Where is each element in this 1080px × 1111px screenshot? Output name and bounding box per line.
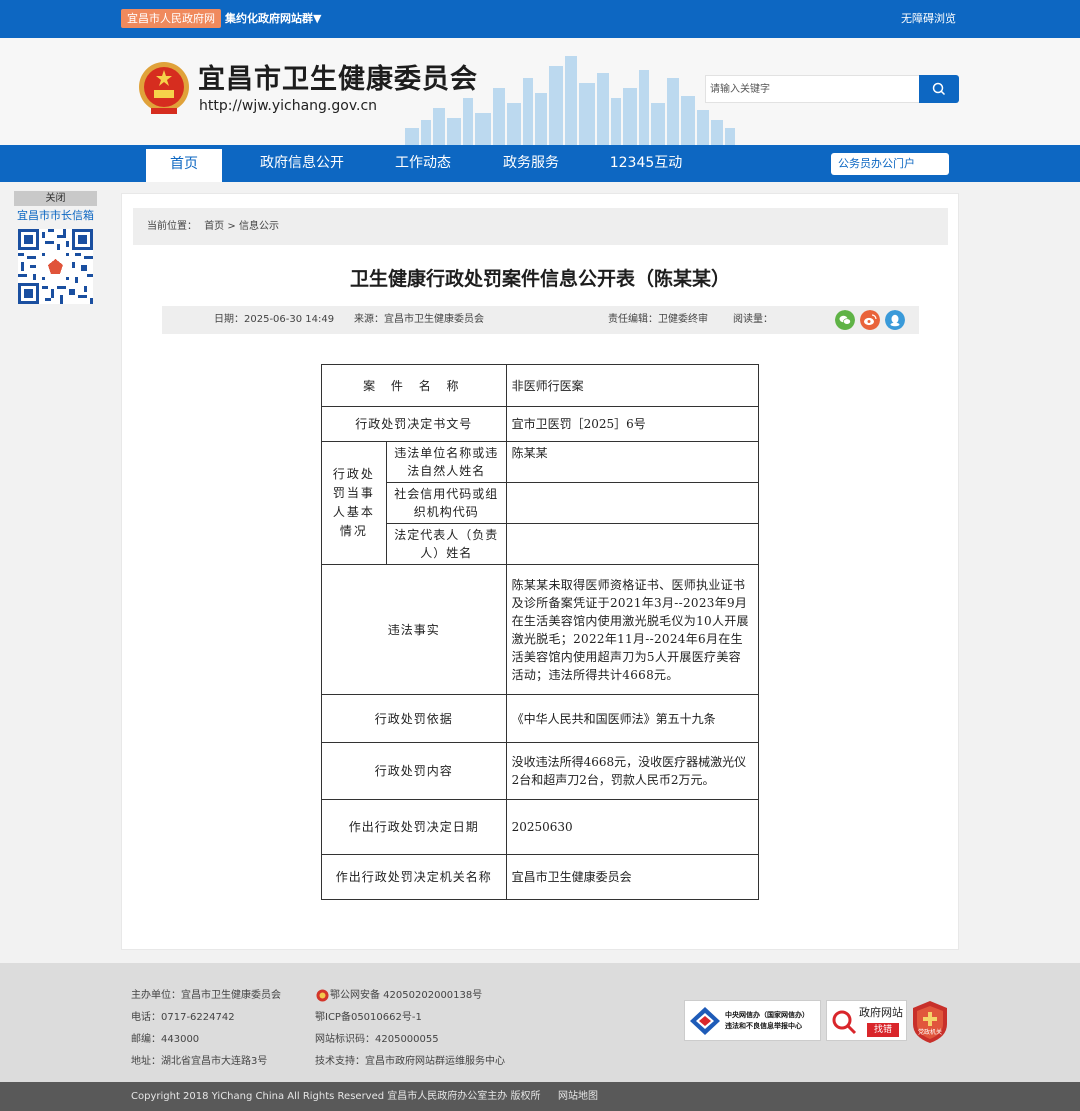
nav-12345[interactable]: 12345互动 bbox=[600, 145, 692, 182]
report-center-badge[interactable]: 中央网信办（国家网信办） 违法和不良信息举报中心 bbox=[684, 1000, 821, 1041]
table-row: 行政处罚决定书文号 宜市卫医罚［2025］6号 bbox=[321, 406, 760, 442]
search-button[interactable] bbox=[919, 75, 959, 103]
party-gov-shield-icon bbox=[913, 1001, 947, 1043]
gov-site-error-line2: 找错 bbox=[867, 1023, 899, 1037]
breadcrumb: 当前位置： 首页 > 信息公示 bbox=[133, 208, 948, 245]
legal-rep-value bbox=[505, 523, 760, 565]
breadcrumb-home[interactable]: 首页 bbox=[204, 221, 224, 232]
table-row: 案 件 名 称 非医师行医案 bbox=[321, 364, 760, 407]
footer-address: 地址：湖北省宜昌市大连路3号 bbox=[131, 1056, 268, 1067]
staff-portal-button[interactable]: 公务员办公门户 bbox=[831, 153, 949, 175]
article-editor: 责任编辑：卫健委终审 bbox=[608, 314, 708, 325]
breadcrumb-prefix: 当前位置： bbox=[147, 221, 197, 232]
main-nav: 首页 政府信息公开 工作动态 政务服务 12345互动 公务员办公门户 bbox=[0, 145, 1080, 182]
credit-code-value bbox=[505, 482, 760, 524]
footer-postcode: 邮编：443000 bbox=[131, 1034, 200, 1045]
qq-share-icon[interactable] bbox=[885, 310, 905, 330]
basis-label: 行政处罚依据 bbox=[321, 694, 507, 743]
party-name-value: 陈某某 bbox=[505, 441, 760, 483]
doc-no-label: 行政处罚决定书文号 bbox=[321, 406, 507, 442]
copyright-bar: Copyright 2018 YiChang China All Rights … bbox=[0, 1082, 1080, 1111]
facts-label: 违法事实 bbox=[321, 564, 507, 695]
mayor-mailbox-float: 关闭 宜昌市市长信箱 bbox=[14, 191, 97, 307]
float-close-button[interactable]: 关闭 bbox=[14, 191, 97, 206]
report-center-logo-icon bbox=[690, 1007, 720, 1035]
gov-portal-link[interactable]: 宜昌市人民政府网 bbox=[121, 9, 221, 28]
decision-date-label: 作出行政处罚决定日期 bbox=[321, 799, 507, 855]
gov-site-error-line1: 政府网站 bbox=[859, 1006, 903, 1019]
search-box bbox=[705, 75, 919, 103]
top-bar: 宜昌市人民政府网 集约化政府网站群▼ 无障碍浏览 bbox=[0, 0, 1080, 38]
table-row: 作出行政处罚决定日期 20250630 bbox=[321, 799, 760, 855]
table-row: 违法事实 陈某某未取得医师资格证书、医师执业证书及诊所备案凭证于2021年3月-… bbox=[321, 564, 760, 695]
weibo-share-icon[interactable] bbox=[860, 310, 880, 330]
qr-code-image[interactable] bbox=[18, 229, 93, 304]
facts-value: 陈某某未取得医师资格证书、医师执业证书及诊所备案凭证于2021年3月--2023… bbox=[505, 564, 760, 695]
site-header: 宜昌市卫生健康委员会 http://wjw.yichang.gov.cn bbox=[0, 38, 1080, 145]
case-name-label: 案 件 名 称 bbox=[321, 364, 507, 407]
decision-org-value: 宜昌市卫生健康委员会 bbox=[505, 854, 760, 900]
footer-police-record[interactable]: 鄂公网安备 42050202000138号 bbox=[330, 989, 482, 1003]
article-source: 来源：宜昌市卫生健康委员会 bbox=[354, 314, 484, 325]
content-value: 没收违法所得4668元，没收医疗器械激光仪2台和超声刀2台，罚款人民币2万元。 bbox=[505, 742, 760, 800]
report-center-line1: 中央网信办（国家网信办） bbox=[725, 1011, 809, 1019]
article-meta-bar: 日期：2025-06-30 14:49 来源：宜昌市卫生健康委员会 责任编辑：卫… bbox=[162, 306, 919, 334]
search-input[interactable] bbox=[706, 76, 919, 102]
police-badge-icon bbox=[316, 989, 329, 1002]
table-row: 行政处罚依据 《中华人民共和国医师法》第五十九条 bbox=[321, 694, 760, 743]
footer-host: 主办单位：宜昌市卫生健康委员会 bbox=[131, 990, 281, 1001]
footer-support: 技术支持：宜昌市政府网站群运维服务中心 bbox=[315, 1056, 505, 1067]
mayor-mailbox-link[interactable]: 宜昌市市长信箱 bbox=[14, 209, 97, 223]
search-icon bbox=[932, 82, 946, 96]
wechat-share-icon[interactable] bbox=[835, 310, 855, 330]
site-group-dropdown[interactable]: 集约化政府网站群▼ bbox=[225, 11, 321, 27]
sitemap-link[interactable]: 网站地图 bbox=[558, 1082, 598, 1111]
copyright-text: Copyright 2018 YiChang China All Rights … bbox=[131, 1091, 541, 1102]
doc-no-value: 宜市卫医罚［2025］6号 bbox=[505, 406, 760, 442]
case-name-value: 非医师行医案 bbox=[505, 364, 760, 407]
table-row: 行政处罚当事人基本情况 违法单位名称或违法自然人姓名 陈某某 bbox=[321, 441, 760, 565]
gov-site-error-badge[interactable]: 政府网站 找错 bbox=[826, 1000, 907, 1041]
basis-value: 《中华人民共和国医师法》第五十九条 bbox=[505, 694, 760, 743]
credit-code-label: 社会信用代码或组织机构代码 bbox=[385, 482, 507, 524]
nav-work-news[interactable]: 工作动态 bbox=[384, 145, 462, 182]
party-gov-badge[interactable]: 党政机关 bbox=[911, 1000, 949, 1044]
footer-icp[interactable]: 鄂ICP备05010662号-1 bbox=[315, 1011, 422, 1025]
table-row: 法定代表人（负责人）姓名 bbox=[322, 523, 760, 565]
table-row: 社会信用代码或组织机构代码 bbox=[322, 482, 760, 524]
penalty-info-table: 案 件 名 称 非医师行医案 行政处罚决定书文号 宜市卫医罚［2025］6号 行… bbox=[321, 364, 760, 900]
table-row: 行政处罚内容 没收违法所得4668元，没收医疗器械激光仪2台和超声刀2台，罚款人… bbox=[321, 742, 760, 800]
nav-home[interactable]: 首页 bbox=[146, 149, 222, 182]
nav-gov-info[interactable]: 政府信息公开 bbox=[250, 145, 354, 182]
site-url: http://wjw.yichang.gov.cn bbox=[199, 98, 378, 114]
magnifier-icon bbox=[832, 1010, 857, 1035]
article-views: 阅读量： bbox=[733, 314, 773, 325]
nav-gov-service[interactable]: 政务服务 bbox=[492, 145, 570, 182]
table-row: 作出行政处罚决定机关名称 宜昌市卫生健康委员会 bbox=[321, 854, 760, 900]
party-gov-label: 党政机关 bbox=[917, 1029, 942, 1036]
party-label: 行政处罚当事人基本情况 bbox=[321, 441, 387, 565]
report-center-line2: 违法和不良信息举报中心 bbox=[725, 1022, 802, 1030]
content-label: 行政处罚内容 bbox=[321, 742, 507, 800]
breadcrumb-separator: > bbox=[227, 221, 236, 232]
breadcrumb-current[interactable]: 信息公示 bbox=[239, 221, 279, 232]
national-emblem-icon bbox=[139, 62, 189, 114]
party-name-label: 违法单位名称或违法自然人姓名 bbox=[385, 441, 507, 483]
accessible-browse-link[interactable]: 无障碍浏览 bbox=[901, 11, 956, 27]
site-title: 宜昌市卫生健康委员会 bbox=[198, 64, 478, 95]
article-date: 日期：2025-06-30 14:49 bbox=[214, 314, 335, 325]
decision-org-label: 作出行政处罚决定机关名称 bbox=[321, 854, 507, 900]
footer-phone: 电话：0717-6224742 bbox=[131, 1012, 235, 1023]
article-title: 卫生健康行政处罚案件信息公开表（陈某某） bbox=[349, 268, 730, 290]
legal-rep-label: 法定代表人（负责人）姓名 bbox=[385, 523, 507, 565]
footer-site-id: 网站标识码：4205000055 bbox=[315, 1034, 439, 1045]
decision-date-value: 20250630 bbox=[505, 799, 760, 855]
